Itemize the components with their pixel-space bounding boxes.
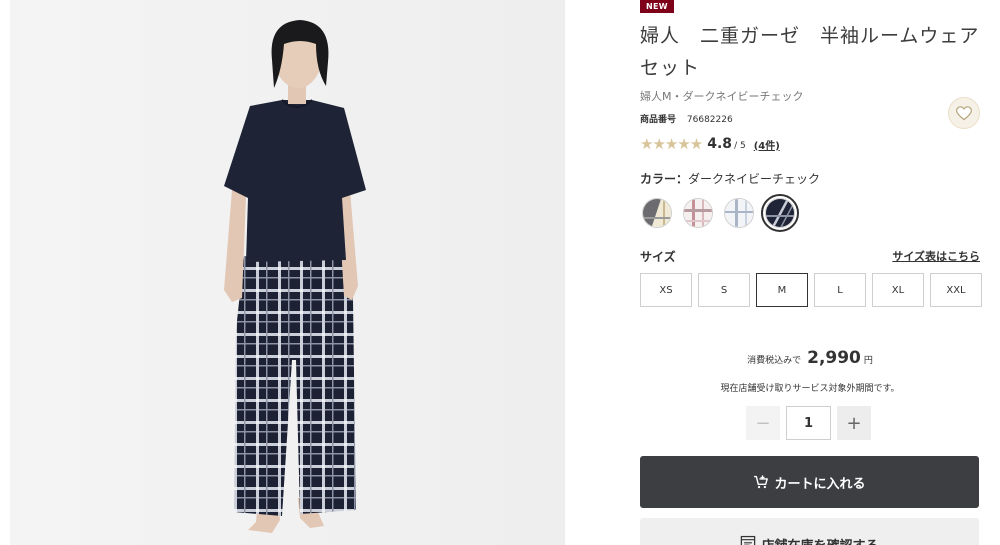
store-icon xyxy=(741,535,756,545)
selected-color-name: ダークネイビーチェック xyxy=(688,172,821,186)
color-swatch-blue-check[interactable] xyxy=(724,198,754,228)
size-option-xs[interactable]: XS xyxy=(640,273,692,307)
price-amount: 2,990 xyxy=(807,348,861,368)
size-option-l[interactable]: L xyxy=(814,273,866,307)
product-number-value: 76682226 xyxy=(686,115,733,125)
quantity-stepper: − 1 + xyxy=(746,406,871,440)
size-chart-link[interactable]: サイズ表はこちら xyxy=(892,250,980,264)
size-option-m[interactable]: M xyxy=(756,273,808,307)
favorite-button[interactable] xyxy=(948,97,980,129)
price: 消費税込みで 2,990 円 xyxy=(640,348,980,368)
quantity-decrease-button[interactable]: − xyxy=(746,406,780,440)
size-option-xxl[interactable]: XXL xyxy=(930,273,982,307)
color-label-key: カラー： xyxy=(640,172,689,186)
rating-score: 4.8 xyxy=(707,136,733,152)
add-to-cart-button[interactable]: カートに入れる xyxy=(640,456,979,508)
product-number-label: 商品番号 xyxy=(640,115,677,125)
cart-plus-icon xyxy=(754,475,769,489)
check-store-stock-button[interactable]: 店舗在庫を確認する xyxy=(640,518,979,545)
add-to-cart-label: カートに入れる xyxy=(774,476,866,492)
swatch-pattern-gray xyxy=(643,199,671,227)
new-badge: NEW xyxy=(640,0,674,13)
size-option-xl[interactable]: XL xyxy=(872,273,924,307)
store-pickup-notice: 現在店舗受け取りサービス対象外期間です。 xyxy=(720,384,900,394)
product-info-panel: NEW 婦人 二重ガーゼ 半袖ルームウェアセット 婦人M・ダークネイビーチェック… xyxy=(640,0,982,545)
review-count-link[interactable]: (4件) xyxy=(754,137,780,152)
swatch-pattern-navy xyxy=(766,199,794,227)
color-swatch-pink-check[interactable] xyxy=(683,198,713,228)
product-number: 商品番号 76682226 xyxy=(640,114,733,126)
price-unit: 円 xyxy=(863,356,873,366)
rating-out-of: / 5 xyxy=(734,140,746,151)
color-swatch-dark-navy-check[interactable] xyxy=(761,194,799,232)
size-options: XS S M L XL XXL xyxy=(640,273,982,307)
size-option-s[interactable]: S xyxy=(698,273,750,307)
size-label: サイズ xyxy=(640,250,676,264)
price-prefix: 消費税込みで xyxy=(747,356,802,366)
swatch-pattern-blue xyxy=(725,199,753,227)
product-title: 婦人 二重ガーゼ 半袖ルームウェアセット xyxy=(640,25,980,79)
rating-stars: ★★★★★ xyxy=(640,135,703,153)
model-illustration xyxy=(10,0,565,545)
product-variant-subtitle: 婦人M・ダークネイビーチェック xyxy=(640,90,804,103)
check-store-stock-label: 店舗在庫を確認する xyxy=(761,535,878,545)
color-swatches xyxy=(642,194,799,232)
color-swatch-gray-check[interactable] xyxy=(642,198,672,228)
rating: ★★★★★ 4.8 / 5 (4件) xyxy=(640,134,780,154)
product-image[interactable] xyxy=(10,0,565,545)
quantity-increase-button[interactable]: + xyxy=(837,406,871,440)
quantity-input[interactable]: 1 xyxy=(786,406,831,440)
swatch-pattern-pink xyxy=(684,199,712,227)
color-label: カラー：ダークネイビーチェック xyxy=(640,171,820,187)
heart-icon xyxy=(956,105,972,120)
